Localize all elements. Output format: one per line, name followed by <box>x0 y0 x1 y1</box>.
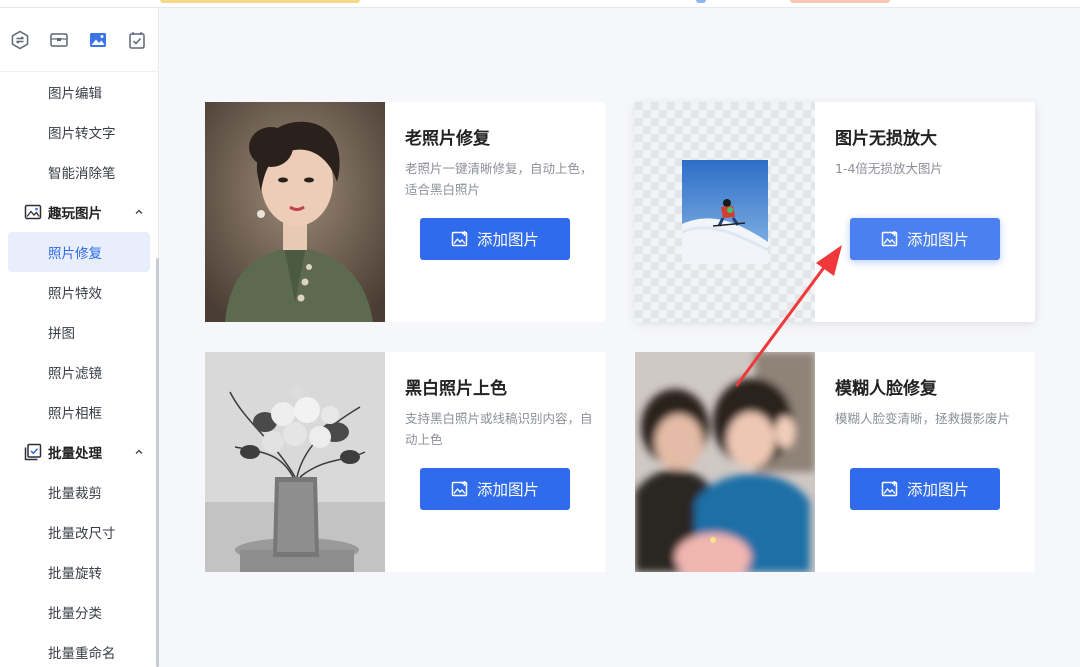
feature-card-colorize-bw: 黑白照片上色 支持黑白照片或线稿识别内容，自动上色 添加图片 <box>205 352 605 572</box>
add-image-label: 添加图片 <box>906 231 969 249</box>
card-title: 老照片修复 <box>405 129 490 149</box>
card-description: 老照片一键清晰修复，自动上色，适合黑白照片 <box>405 161 593 197</box>
blurry-couple-thumbnail <box>635 352 815 572</box>
add-image-button[interactable]: 添加图片 <box>420 468 570 510</box>
sidebar-group-fun-images[interactable]: 趣玩图片 <box>0 192 158 232</box>
top-strip <box>0 0 1080 8</box>
sidebar-item-batch-rotate[interactable]: 批量旋转 <box>8 552 150 592</box>
sidebar-item-label: 照片特效 <box>48 286 102 302</box>
chevron-up-icon <box>135 209 143 214</box>
card-body: 黑白照片上色 支持黑白照片或线稿识别内容，自动上色 添加图片 <box>385 352 605 572</box>
add-image-icon <box>881 481 898 497</box>
sidebar-item-label: 批量改尺寸 <box>48 526 116 542</box>
sidebar-item-photo-effects[interactable]: 照片特效 <box>8 272 150 312</box>
sidebar-icon-row <box>0 8 158 72</box>
sidebar-scrollbar[interactable] <box>156 258 159 667</box>
sidebar-item-image-to-text[interactable]: 图片转文字 <box>8 112 150 152</box>
add-image-label: 添加图片 <box>906 481 969 499</box>
compress-icon[interactable] <box>49 30 69 50</box>
sidebar-item-label: 批量旋转 <box>48 566 102 582</box>
add-image-label: 添加图片 <box>476 481 539 499</box>
sidebar-item-batch-rename[interactable]: 批量重命名 <box>8 632 150 667</box>
sidebar-item-label: 拼图 <box>48 326 75 342</box>
image-icon[interactable] <box>88 30 108 50</box>
batch-icon <box>24 443 42 461</box>
top-strip-mark <box>696 0 706 3</box>
card-description: 支持黑白照片或线稿识别内容，自动上色 <box>405 411 593 447</box>
add-image-icon <box>881 231 898 247</box>
feature-card-blurry-face-repair: 模糊人脸修复 模糊人脸变清晰，拯救摄影废片 添加图片 <box>635 352 1035 572</box>
sidebar-item-photo-frame[interactable]: 照片相框 <box>8 392 150 432</box>
sidebar-item-smart-eraser[interactable]: 智能消除笔 <box>8 152 150 192</box>
sidebar-item-label: 批量裁剪 <box>48 486 102 502</box>
add-image-label: 添加图片 <box>476 231 539 249</box>
sidebar-group-label: 趣玩图片 <box>48 206 102 222</box>
sidebar-item-label: 图片编辑 <box>48 86 102 102</box>
sidebar-item-image-edit[interactable]: 图片编辑 <box>8 72 150 112</box>
sidebar-item-label: 批量分类 <box>48 606 102 622</box>
card-description: 模糊人脸变清晰，拯救摄影废片 <box>835 411 1011 426</box>
card-body: 模糊人脸修复 模糊人脸变清晰，拯救摄影废片 添加图片 <box>815 352 1035 572</box>
sidebar-item-label: 图片转文字 <box>48 126 116 142</box>
card-body: 图片无损放大 1-4倍无损放大图片 添加图片 <box>815 102 1035 322</box>
card-body: 老照片修复 老照片一键清晰修复，自动上色，适合黑白照片 添加图片 <box>385 102 605 322</box>
add-image-button[interactable]: 添加图片 <box>850 218 1000 260</box>
sidebar: 图片编辑 图片转文字 智能消除笔 趣玩图片 照片修复 照片特效 拼图 照片滤镜 … <box>0 8 159 667</box>
card-title: 黑白照片上色 <box>405 379 507 399</box>
sidebar-item-label: 照片滤镜 <box>48 366 102 382</box>
check-icon[interactable] <box>127 30 147 50</box>
sidebar-nav: 图片编辑 图片转文字 智能消除笔 趣玩图片 照片修复 照片特效 拼图 照片滤镜 … <box>0 72 158 667</box>
card-title: 模糊人脸修复 <box>835 379 937 399</box>
add-image-icon <box>451 231 468 247</box>
sidebar-group-batch[interactable]: 批量处理 <box>0 432 158 472</box>
feature-card-old-photo-repair: 老照片修复 老照片一键清晰修复，自动上色，适合黑白照片 添加图片 <box>205 102 605 322</box>
sidebar-item-label: 照片相框 <box>48 406 102 422</box>
sidebar-item-batch-resize[interactable]: 批量改尺寸 <box>8 512 150 552</box>
image-play-icon <box>24 204 42 220</box>
sidebar-item-photo-filter[interactable]: 照片滤镜 <box>8 352 150 392</box>
sidebar-group-label: 批量处理 <box>48 446 102 462</box>
sidebar-item-label: 批量重命名 <box>48 646 116 662</box>
skier-thumbnail <box>635 102 815 322</box>
add-image-button[interactable]: 添加图片 <box>420 218 570 260</box>
card-description: 1-4倍无损放大图片 <box>835 161 943 176</box>
add-image-button[interactable]: 添加图片 <box>850 468 1000 510</box>
feature-card-lossless-upscale: 图片无损放大 1-4倍无损放大图片 添加图片 <box>635 102 1035 322</box>
chevron-up-icon <box>135 449 143 454</box>
sidebar-item-batch-classify[interactable]: 批量分类 <box>8 592 150 632</box>
convert-icon[interactable] <box>10 30 30 50</box>
card-title: 图片无损放大 <box>835 129 937 149</box>
add-image-icon <box>451 481 468 497</box>
sidebar-item-batch-crop[interactable]: 批量裁剪 <box>8 472 150 512</box>
sidebar-item-label: 智能消除笔 <box>48 166 116 182</box>
top-strip-mark <box>160 0 360 3</box>
sidebar-item-collage[interactable]: 拼图 <box>8 312 150 352</box>
sidebar-item-label: 照片修复 <box>48 246 102 262</box>
bw-flowers-thumbnail <box>205 352 385 572</box>
vintage-portrait-thumbnail <box>205 102 385 322</box>
top-strip-mark <box>790 0 890 3</box>
sidebar-item-photo-repair[interactable]: 照片修复 <box>8 232 150 272</box>
